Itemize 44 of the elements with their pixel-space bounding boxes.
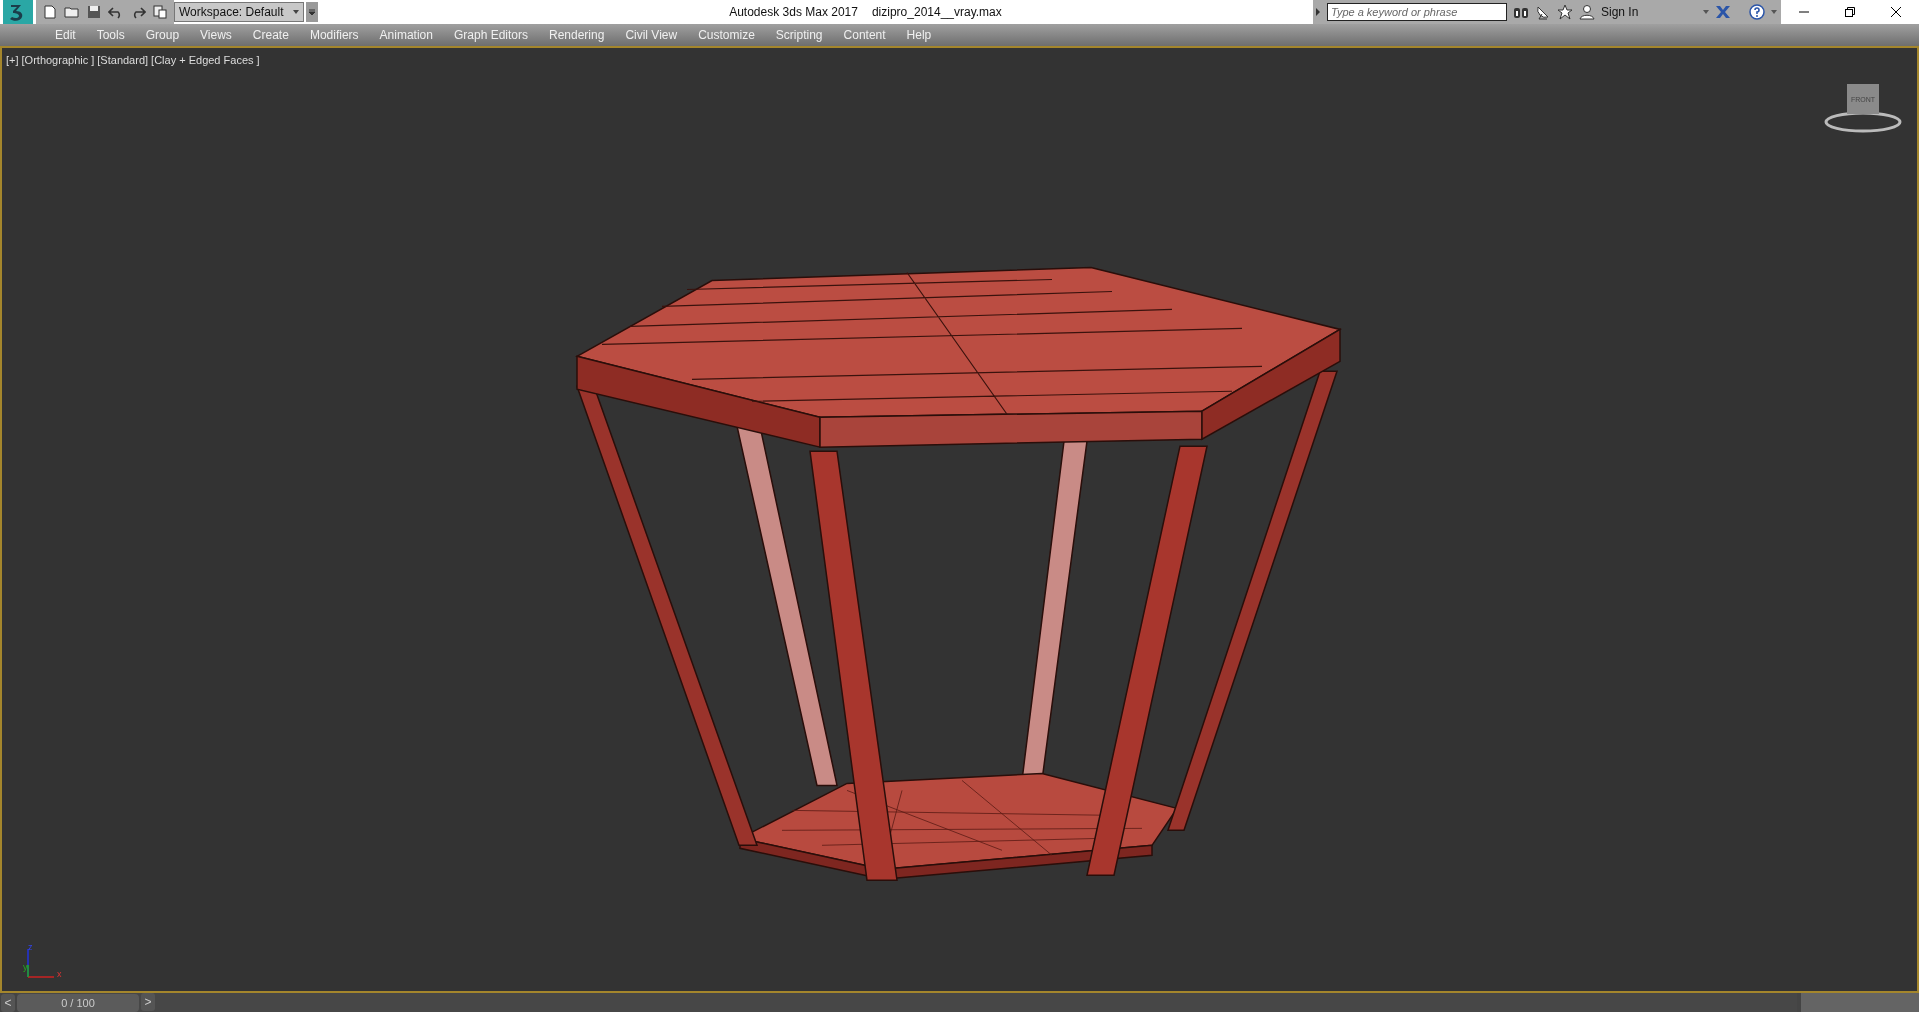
menu-item[interactable]: Content: [834, 28, 895, 42]
menu-item[interactable]: Help: [897, 28, 941, 42]
menu-item[interactable]: Edit: [46, 28, 85, 42]
search-field[interactable]: Type a keyword or phrase: [1327, 3, 1507, 21]
compass-ring-icon: [1823, 110, 1903, 134]
caret-icon: [293, 10, 299, 14]
viewport-label[interactable]: [+]: [6, 54, 19, 66]
exchange-x-icon[interactable]: [1715, 4, 1731, 20]
menu-item[interactable]: Create: [243, 28, 298, 42]
viewport-label[interactable]: [Standard]: [97, 54, 149, 66]
menu-item[interactable]: Group: [136, 28, 189, 42]
previous-frame-button[interactable]: <: [1, 993, 15, 1012]
axis-label: z: [28, 943, 33, 952]
axis-label: y: [23, 963, 28, 972]
satellite-dish-icon[interactable]: [1535, 4, 1551, 20]
menu-item[interactable]: Civil View: [616, 28, 687, 42]
file-name: dizipro_2014__vray.max: [871, 5, 1002, 19]
menu-item[interactable]: Graph Editors: [444, 28, 537, 42]
menu-item[interactable]: Customize: [689, 28, 764, 42]
star-icon[interactable]: [1557, 4, 1573, 20]
menu-item[interactable]: Modifiers: [300, 28, 368, 42]
customize-toolbar-icon[interactable]: [306, 2, 318, 22]
menu-item[interactable]: Views: [191, 28, 241, 42]
save-icon[interactable]: [86, 4, 102, 20]
menu-item[interactable]: Rendering: [540, 28, 614, 42]
help-icon[interactable]: [1749, 4, 1765, 20]
menu-item[interactable]: Scripting: [766, 28, 832, 42]
app-logo-icon[interactable]: [0, 0, 36, 24]
caret-icon: [1703, 10, 1709, 14]
menu-item[interactable]: Tools: [87, 28, 134, 42]
app-title: Autodesk 3ds Max 2017: [729, 5, 858, 19]
sign-in-button[interactable]: Sign In: [1579, 4, 1709, 20]
viewport-label[interactable]: [Clay + Edged Faces ]: [151, 54, 260, 66]
caret-icon: [1771, 10, 1777, 14]
user-icon: [1579, 4, 1595, 20]
new-file-icon[interactable]: [42, 4, 58, 20]
viewport-label[interactable]: [Orthographic ]: [21, 54, 95, 66]
axis-label: x: [57, 970, 62, 979]
workspace-dropdown[interactable]: Workspace: Default: [174, 2, 304, 22]
menu-item[interactable]: Animation: [370, 28, 442, 42]
next-frame-button[interactable]: >: [141, 993, 155, 1011]
project-folder-icon[interactable]: [152, 4, 168, 20]
time-slider-thumb[interactable]: 0 / 100: [17, 993, 139, 1012]
open-folder-icon[interactable]: [64, 4, 80, 20]
